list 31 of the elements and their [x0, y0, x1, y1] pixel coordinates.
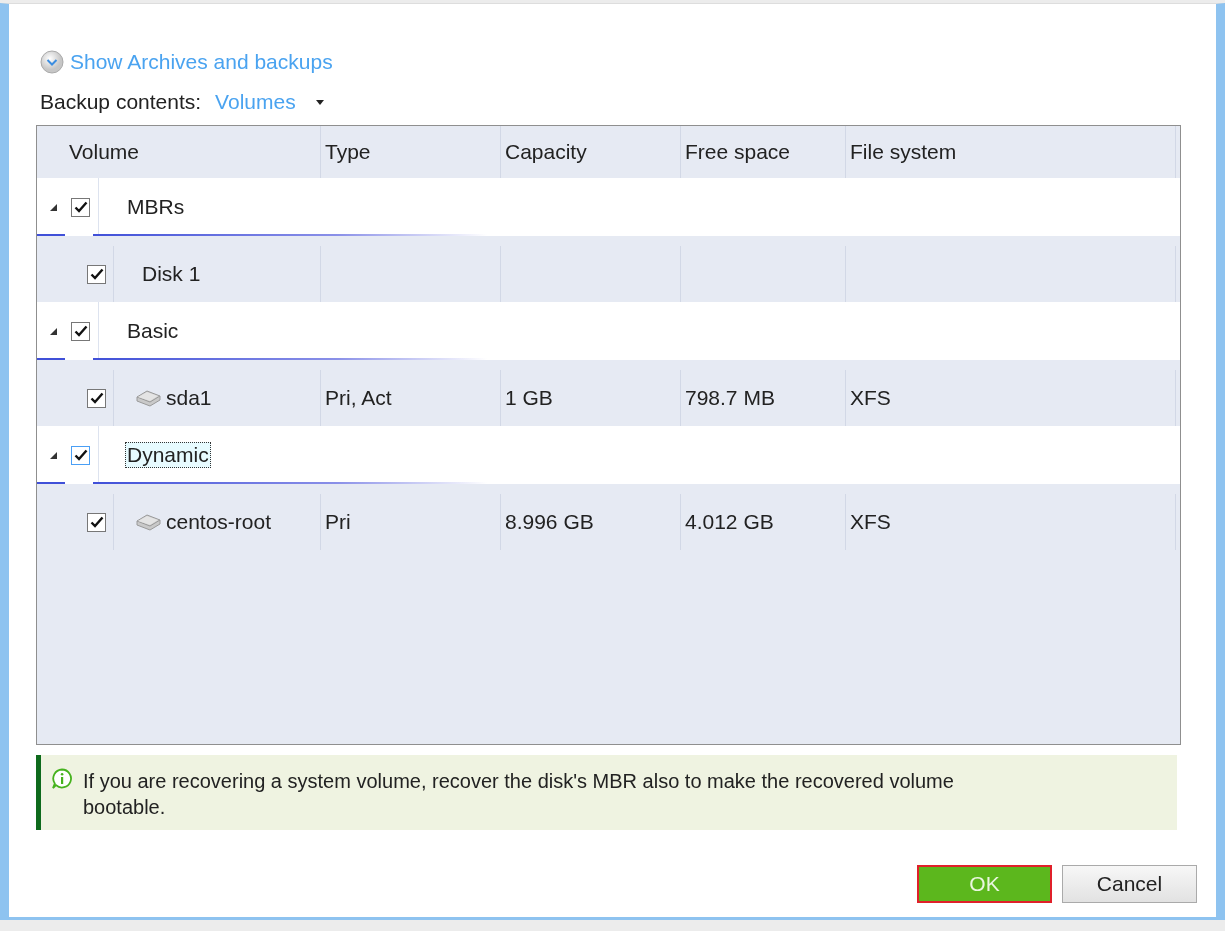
disk-drive-icon	[136, 513, 161, 531]
checkbox[interactable]	[87, 264, 106, 284]
expanded-triangle-icon[interactable]	[48, 202, 58, 212]
disk-drive-icon	[136, 389, 161, 407]
checkbox[interactable]	[71, 321, 90, 341]
table-cell: Pri	[325, 510, 351, 534]
backup-contents-label: Backup contents:	[40, 90, 202, 114]
table-cell: 4.012 GB	[685, 510, 774, 534]
expanded-triangle-icon[interactable]	[48, 450, 58, 460]
volume-name: centos-root	[166, 510, 272, 534]
info-icon	[51, 768, 73, 790]
table-cell: 798.7 MB	[685, 386, 775, 410]
group-name[interactable]: MBRs	[125, 194, 187, 220]
checkbox[interactable]	[71, 445, 90, 465]
expanded-triangle-icon[interactable]	[48, 326, 58, 336]
checkbox[interactable]	[87, 388, 106, 408]
table-cell: 1 GB	[505, 386, 553, 410]
chevron-down-icon[interactable]	[40, 50, 64, 74]
checkbox[interactable]	[87, 512, 106, 532]
group-name[interactable]: Basic	[125, 318, 181, 344]
volume-name: sda1	[166, 386, 212, 410]
table-cell: XFS	[850, 386, 891, 410]
table-cell: 8.996 GB	[505, 510, 594, 534]
caret-icon	[315, 99, 324, 105]
checkbox[interactable]	[71, 197, 90, 217]
hint-message: If you are recovering a system volume, recover the disk's MBR also to make the recovered volume bootable.	[83, 769, 955, 820]
volume-name: Disk 1	[142, 262, 201, 286]
cancel-button[interactable]: Cancel	[1062, 865, 1197, 903]
group-name[interactable]: Dynamic	[125, 442, 211, 468]
table-cell: Pri, Act	[325, 386, 392, 410]
table-cell: XFS	[850, 510, 891, 534]
